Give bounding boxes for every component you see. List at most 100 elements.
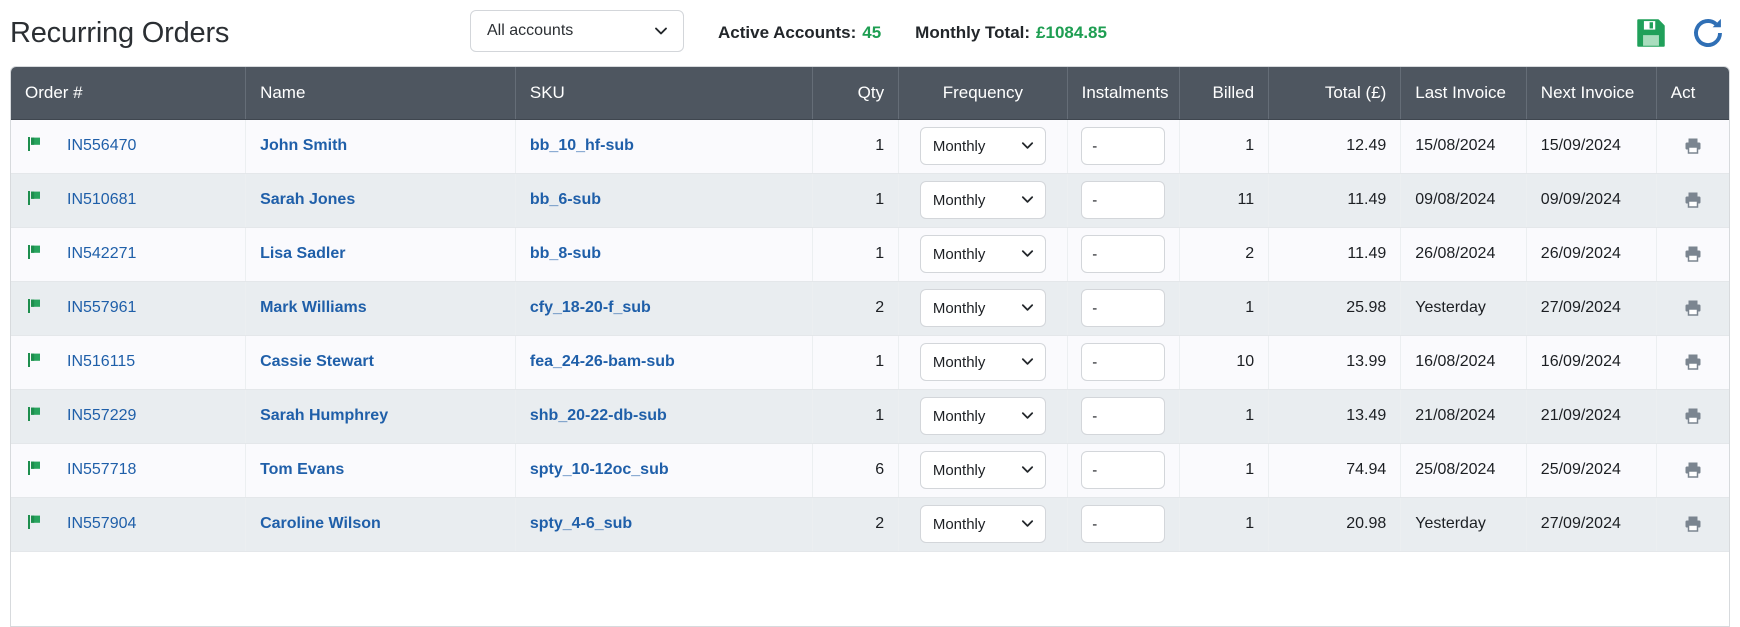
col-billed[interactable]: Billed: [1179, 67, 1270, 120]
frequency-select[interactable]: Monthly: [919, 451, 1046, 489]
customer-name-link[interactable]: Cassie Stewart: [260, 353, 374, 370]
print-button[interactable]: [1683, 514, 1703, 534]
frequency-select[interactable]: Monthly: [919, 181, 1046, 219]
cell-billed: 1: [1179, 497, 1270, 552]
customer-name-link[interactable]: Lisa Sadler: [260, 245, 345, 262]
col-next-invoice[interactable]: Next Invoice: [1526, 67, 1657, 120]
order-number-link[interactable]: IN542271: [67, 245, 136, 263]
instalments-input[interactable]: [1081, 343, 1166, 381]
cell-name: Caroline Wilson: [245, 497, 516, 552]
flag-icon[interactable]: [25, 134, 45, 159]
monthly-total-stat: Monthly Total: £1084.85: [915, 23, 1107, 43]
flag-icon[interactable]: [25, 350, 45, 375]
frequency-select[interactable]: Monthly: [919, 343, 1046, 381]
cell-frequency: Monthly: [898, 173, 1068, 228]
table-row: IN557961 Mark Williams cfy_18-20-f_sub 2 Mon…: [11, 281, 1729, 336]
sku-link[interactable]: bb_8-sub: [530, 245, 601, 262]
cell-total: 13.99: [1268, 335, 1402, 390]
sku-link[interactable]: shb_20-22-db-sub: [530, 407, 667, 424]
sku-link[interactable]: fea_24-26-bam-sub: [530, 353, 675, 370]
table-row: IN510681 Sarah Jones bb_6-sub 1 Monthly 1111.…: [11, 173, 1729, 228]
flag-icon[interactable]: [25, 188, 45, 213]
account-filter-select[interactable]: All accounts: [470, 10, 684, 52]
account-filter[interactable]: All accounts: [470, 10, 684, 52]
print-button[interactable]: [1683, 352, 1703, 372]
cell-frequency: Monthly: [898, 497, 1068, 552]
order-number-link[interactable]: IN557904: [67, 515, 136, 533]
order-number-link[interactable]: IN556470: [67, 137, 136, 155]
frequency-value: Monthly: [932, 137, 986, 155]
order-number-link[interactable]: IN557961: [67, 299, 136, 317]
sku-link[interactable]: spty_10-12oc_sub: [530, 461, 669, 478]
print-button[interactable]: [1683, 406, 1703, 426]
instalments-input[interactable]: [1081, 181, 1166, 219]
flag-icon[interactable]: [25, 296, 45, 321]
order-number-link[interactable]: IN557718: [67, 461, 136, 479]
instalments-input[interactable]: [1081, 397, 1166, 435]
instalments-input[interactable]: [1081, 505, 1166, 543]
flag-icon[interactable]: [25, 242, 45, 267]
cell-sku: bb_8-sub: [515, 227, 814, 282]
col-total[interactable]: Total (£): [1268, 67, 1402, 120]
frequency-select[interactable]: Monthly: [919, 127, 1046, 165]
frequency-select[interactable]: Monthly: [919, 289, 1046, 327]
customer-name-link[interactable]: Sarah Jones: [260, 191, 355, 208]
sku-link[interactable]: spty_4-6_sub: [530, 515, 632, 532]
customer-name-link[interactable]: Caroline Wilson: [260, 515, 381, 532]
customer-name-link[interactable]: Sarah Humphrey: [260, 407, 388, 424]
customer-name-link[interactable]: Tom Evans: [260, 461, 344, 478]
cell-last-invoice: 21/08/2024: [1400, 389, 1527, 444]
sku-link[interactable]: bb_6-sub: [530, 191, 601, 208]
customer-name-link[interactable]: John Smith: [260, 137, 347, 154]
col-last-invoice[interactable]: Last Invoice: [1400, 67, 1527, 120]
cell-sku: shb_20-22-db-sub: [515, 389, 814, 444]
instalments-input[interactable]: [1081, 235, 1166, 273]
col-frequency[interactable]: Frequency: [898, 67, 1068, 120]
printer-icon[interactable]: [1683, 408, 1703, 429]
cell-billed: 11: [1179, 173, 1270, 228]
cell-last-invoice: 09/08/2024: [1400, 173, 1527, 228]
col-qty[interactable]: Qty: [812, 67, 900, 120]
refresh-button[interactable]: [1690, 15, 1726, 51]
flag-icon[interactable]: [25, 458, 45, 483]
col-instalments[interactable]: Instalments: [1067, 67, 1180, 120]
instalments-input[interactable]: [1081, 451, 1166, 489]
frequency-select[interactable]: Monthly: [919, 235, 1046, 273]
print-button[interactable]: [1683, 190, 1703, 210]
print-button[interactable]: [1683, 244, 1703, 264]
sku-link[interactable]: cfy_18-20-f_sub: [530, 299, 651, 316]
print-button[interactable]: [1683, 136, 1703, 156]
table-header-row: Order # Name SKU Qty Frequency Instalmen…: [11, 67, 1729, 120]
order-number-link[interactable]: IN510681: [67, 191, 136, 209]
sku-link[interactable]: bb_10_hf-sub: [530, 137, 634, 154]
print-button[interactable]: [1683, 298, 1703, 318]
col-name[interactable]: Name: [245, 67, 516, 120]
order-number-link[interactable]: IN557229: [67, 407, 136, 425]
order-number-link[interactable]: IN516115: [67, 353, 135, 371]
col-order-number[interactable]: Order #: [11, 67, 247, 120]
cell-total: 11.49: [1268, 173, 1402, 228]
customer-name-link[interactable]: Mark Williams: [260, 299, 367, 316]
printer-icon[interactable]: [1683, 192, 1703, 213]
flag-icon[interactable]: [25, 512, 45, 537]
frequency-select[interactable]: Monthly: [919, 505, 1046, 543]
printer-icon[interactable]: [1683, 300, 1703, 321]
cell-total: 12.49: [1268, 119, 1402, 174]
cell-frequency: Monthly: [898, 227, 1068, 282]
instalments-input[interactable]: [1081, 289, 1166, 327]
printer-icon[interactable]: [1683, 354, 1703, 375]
printer-icon[interactable]: [1683, 462, 1703, 483]
frequency-select[interactable]: Monthly: [919, 397, 1046, 435]
cell-sku: fea_24-26-bam-sub: [515, 335, 814, 390]
col-actions[interactable]: Act: [1656, 67, 1729, 120]
save-button[interactable]: [1634, 16, 1668, 50]
recurring-orders-table: Order # Name SKU Qty Frequency Instalmen…: [11, 67, 1729, 552]
instalments-input[interactable]: [1081, 127, 1166, 165]
printer-icon[interactable]: [1683, 516, 1703, 537]
printer-icon[interactable]: [1683, 138, 1703, 159]
flag-icon[interactable]: [25, 404, 45, 429]
col-sku[interactable]: SKU: [515, 67, 814, 120]
print-button[interactable]: [1683, 460, 1703, 480]
printer-icon[interactable]: [1683, 246, 1703, 267]
frequency-value: Monthly: [932, 461, 986, 479]
